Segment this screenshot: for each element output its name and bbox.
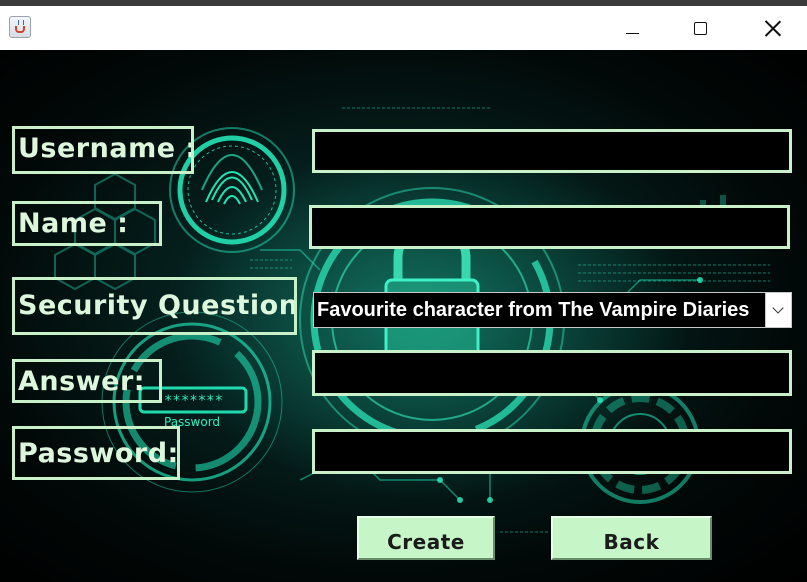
username-label: Username : — [12, 126, 194, 174]
password-input[interactable] — [312, 429, 792, 474]
minimize-icon[interactable] — [609, 12, 655, 46]
security-question-label: Security Question: — [12, 277, 297, 335]
answer-label: Answer: — [12, 359, 162, 403]
close-icon[interactable] — [749, 12, 795, 46]
answer-input[interactable] — [312, 350, 792, 396]
create-button[interactable]: Create — [357, 516, 495, 560]
security-question-select[interactable]: Favourite character from The Vampire Dia… — [313, 292, 792, 328]
name-label: Name : — [12, 201, 162, 246]
back-button[interactable]: Back — [551, 516, 712, 560]
security-question-selected-value: Favourite character from The Vampire Dia… — [317, 299, 750, 321]
name-input[interactable] — [309, 205, 790, 249]
title-bar — [0, 0, 807, 50]
maximize-icon[interactable] — [678, 12, 724, 46]
username-input[interactable] — [312, 129, 792, 173]
chevron-down-icon[interactable] — [765, 293, 791, 327]
signup-panel: ******* Password Username: Name: Secur… — [0, 50, 807, 582]
app-window: ******* Password Username: Name: Secur… — [0, 0, 807, 582]
java-app-icon[interactable] — [9, 16, 31, 38]
password-mask-text: ******* — [164, 393, 223, 409]
password-label: Password: — [12, 426, 180, 480]
